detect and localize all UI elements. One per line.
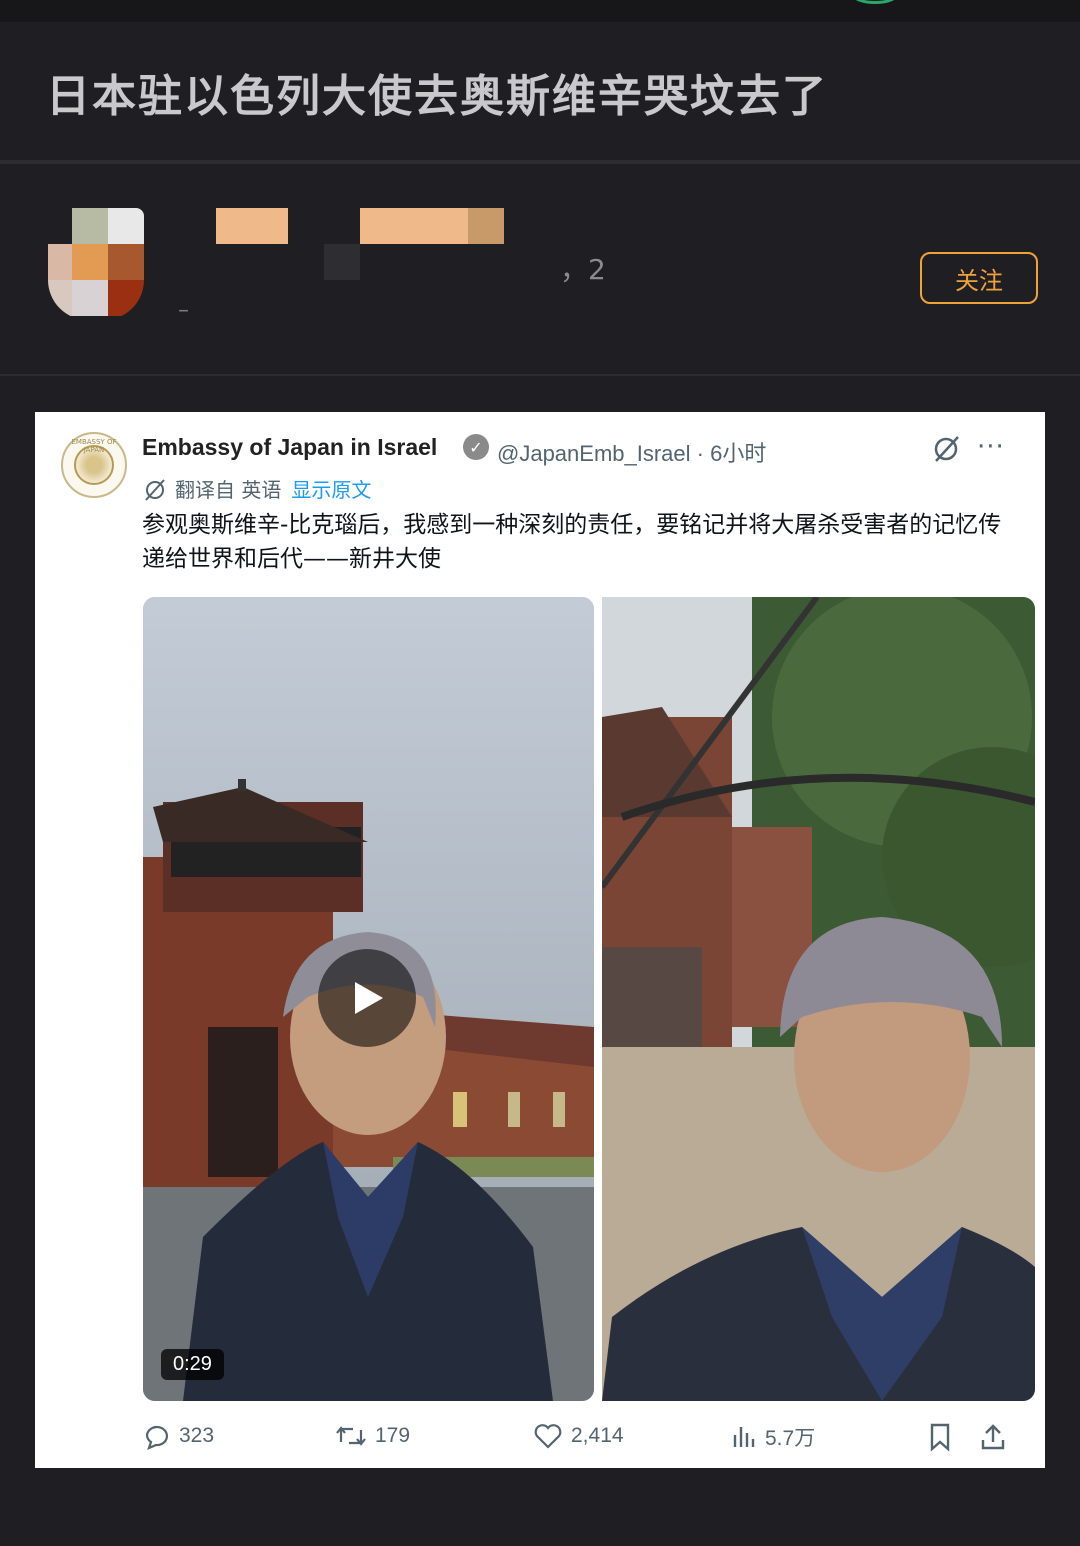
views-icon	[733, 1427, 755, 1447]
video-thumbnail[interactable]: 0:29	[143, 597, 594, 1401]
tweet-text: 参观奥斯维辛-比克瑙后，我感到一种深刻的责任，要铭记并将大屠杀受害者的记忆传递给…	[142, 512, 1002, 572]
more-icon[interactable]: ···	[977, 432, 1005, 462]
share-button[interactable]	[979, 1422, 1015, 1452]
page-title: 日本驻以色列大使去奥斯维辛哭坟去了	[46, 71, 828, 122]
video-duration: 0:29	[161, 1349, 224, 1380]
username-blur	[360, 208, 468, 244]
tweet-actions: 323 179 2,414 5.7万	[143, 1422, 1043, 1462]
post-count: ，2	[560, 253, 606, 286]
share-icon	[981, 1424, 1005, 1450]
photo-scene	[602, 597, 1035, 1401]
retweet-icon	[336, 1426, 366, 1446]
username-blur	[216, 208, 288, 244]
reply-count: 323	[179, 1424, 215, 1447]
post-header: 日本驻以色列大使去奥斯维辛哭坟去了	[0, 22, 1080, 162]
show-original-link[interactable]: 显示原文	[291, 478, 371, 502]
bookmark-button[interactable]	[927, 1422, 961, 1452]
retweet-action[interactable]: 179	[335, 1422, 410, 1450]
view-count: 5.7万	[765, 1427, 816, 1450]
meta-blur	[324, 244, 360, 280]
account-name[interactable]: Embassy of Japan in Israel	[142, 434, 437, 461]
like-count: 2,414	[571, 1424, 624, 1447]
embassy-logo[interactable]: EMBASSY OF JAPAN	[61, 432, 127, 498]
like-icon	[534, 1424, 562, 1449]
avatar[interactable]	[48, 208, 144, 320]
play-button[interactable]	[318, 949, 416, 1047]
reply-action[interactable]: 323	[143, 1422, 214, 1450]
views-action[interactable]: 5.7万	[731, 1422, 815, 1452]
tweet-screenshot: EMBASSY OF JAPAN Embassy of Japan in Isr…	[35, 412, 1045, 1468]
like-action[interactable]: 2,414	[533, 1422, 624, 1450]
status-bar	[0, 0, 1080, 22]
bookmark-icon	[930, 1423, 950, 1452]
reply-icon	[145, 1425, 168, 1450]
logo-text: EMBASSY OF JAPAN	[71, 438, 117, 454]
divider	[0, 374, 1080, 376]
handle-time[interactable]: @JapanEmb_Israel · 6小时	[497, 436, 766, 468]
username-blur	[468, 208, 504, 244]
photo-thumbnail[interactable]	[602, 597, 1035, 1401]
retweet-count: 179	[375, 1424, 411, 1447]
follow-button[interactable]: 关注	[920, 252, 1038, 304]
verified-badge-icon: ✓	[463, 434, 489, 460]
translate-row: 翻译自 英语 显示原文	[143, 474, 371, 503]
play-icon	[355, 982, 383, 1014]
sub-mark: –	[178, 298, 189, 323]
translate-icon	[145, 479, 165, 501]
grok-icon[interactable]	[931, 434, 961, 464]
translated-from: 翻译自 英语	[175, 478, 282, 502]
author-row: ，2 – 关注	[0, 164, 1080, 376]
indicator-icon	[852, 0, 898, 4]
